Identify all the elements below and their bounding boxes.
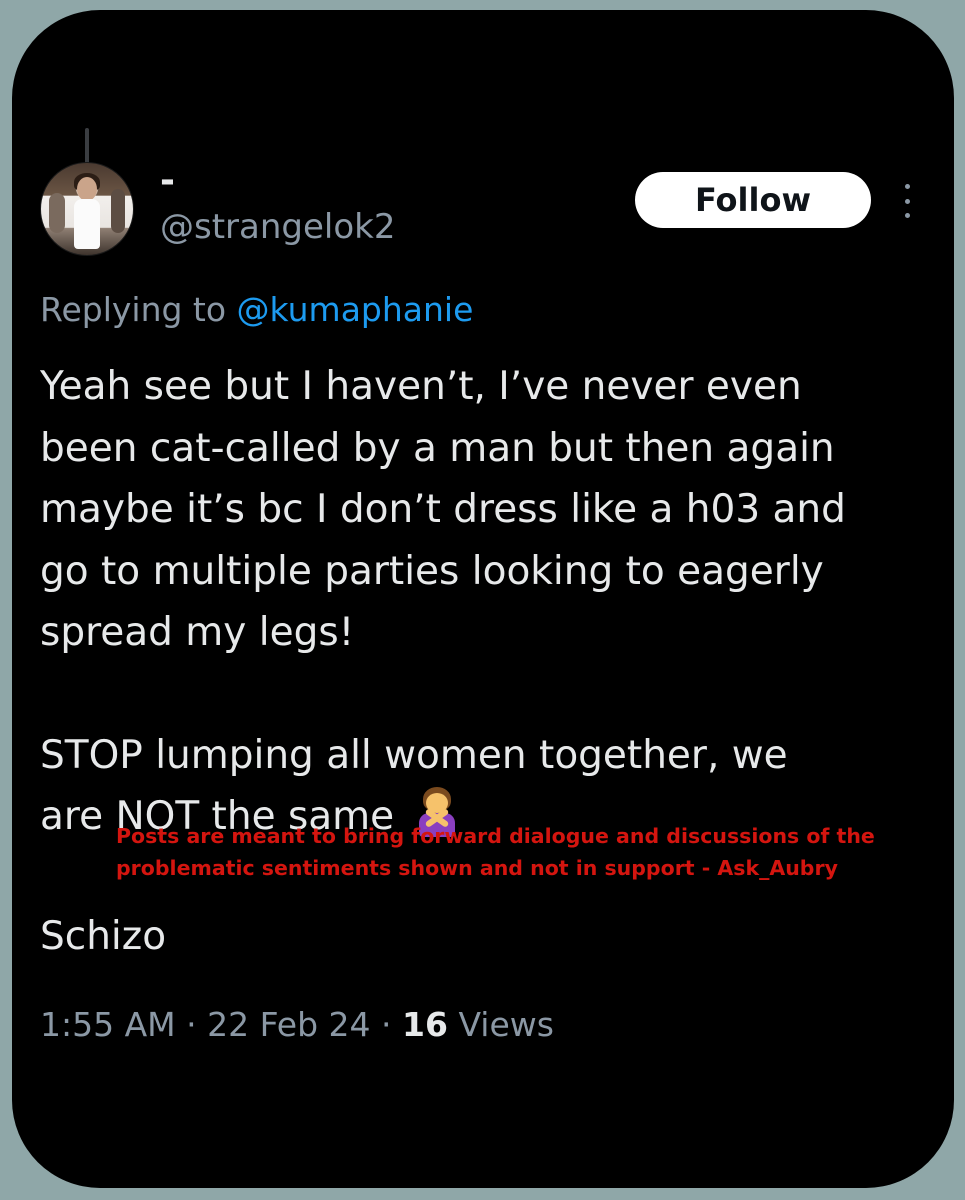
tweet-line: been cat-called by a man but then again — [40, 425, 835, 471]
views-label: Views — [447, 1005, 554, 1044]
tweet-line: spread my legs! — [40, 610, 355, 655]
tweet-line: STOP lumping all women together, we — [40, 732, 788, 778]
replying-to: Replying to @kumaphanie — [40, 290, 473, 329]
author-display-name[interactable]: - — [160, 160, 175, 201]
tweet-card: - @strangelok2 Follow Replying to @kumap… — [12, 10, 954, 1188]
views-count: 16 — [402, 1005, 448, 1044]
tweet-line: go to multiple parties looking to eagerl… — [40, 548, 824, 594]
watermark-disclaimer: Posts are meant to bring forward dialogu… — [116, 820, 936, 884]
author-handle[interactable]: @strangelok2 — [160, 207, 395, 247]
tweet-date[interactable]: 22 Feb 24 — [207, 1005, 370, 1044]
more-options-icon[interactable] — [900, 184, 914, 218]
watermark-line: problematic sentiments shown and not in … — [116, 856, 838, 880]
tweet-line: maybe it’s bc I don’t dress like a h03 a… — [40, 487, 846, 532]
tweet-line: Yeah see but I haven’t, I’ve never even — [40, 364, 802, 409]
tweet-meta: 1:55 AM · 22 Feb 24 · 16 Views — [40, 1005, 554, 1044]
follow-button[interactable]: Follow — [635, 172, 871, 228]
avatar[interactable] — [40, 162, 134, 256]
tweet-time[interactable]: 1:55 AM — [40, 1005, 176, 1044]
watermark-line: Posts are meant to bring forward dialogu… — [116, 824, 875, 848]
meta-separator: · — [175, 1005, 208, 1044]
meta-separator: · — [370, 1005, 403, 1044]
thread-connector-line — [85, 128, 89, 164]
replying-to-mention-link[interactable]: @kumaphanie — [237, 290, 474, 329]
caption-text: Schizo — [40, 914, 167, 959]
tweet-text: Yeah see but I haven’t, I’ve never even … — [40, 356, 940, 848]
replying-to-label: Replying to — [40, 290, 237, 329]
